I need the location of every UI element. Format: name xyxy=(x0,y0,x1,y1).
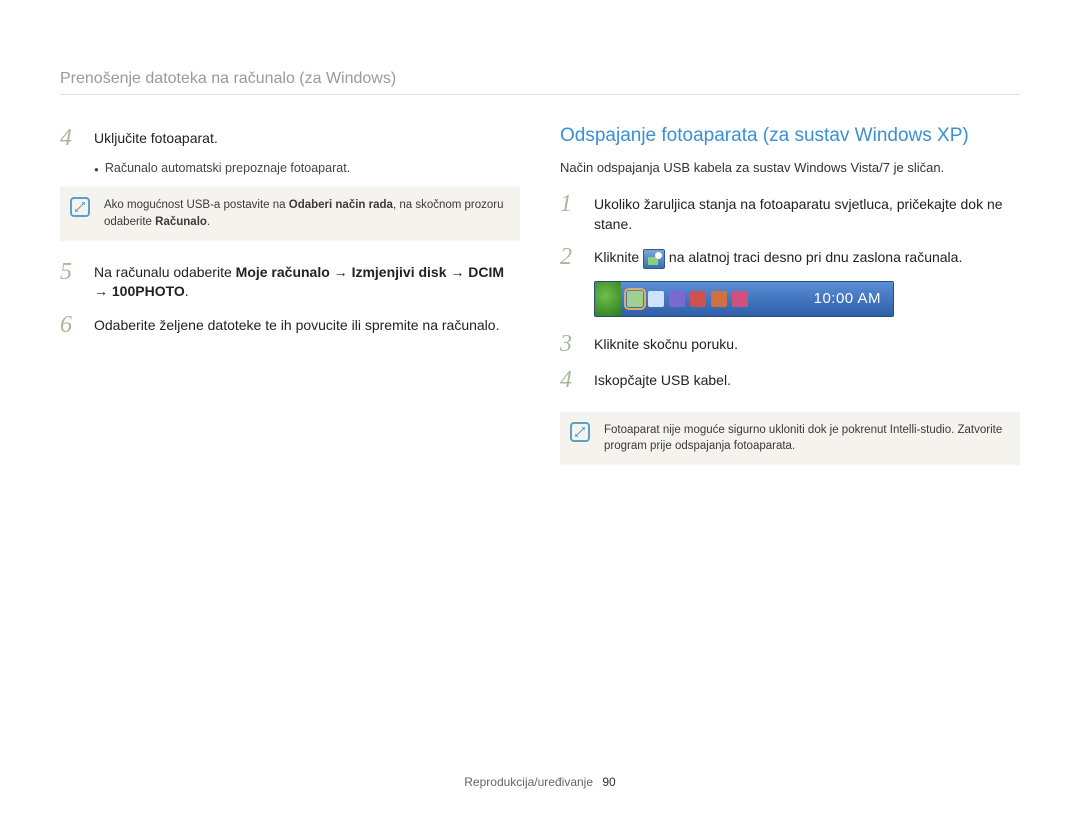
taskbar-clock: 10:00 AM xyxy=(802,282,893,316)
left-column: 4 Uključite fotoaparat. Računalo automat… xyxy=(60,125,520,483)
note-text: Ako mogućnost USB-a postavite na Odaberi… xyxy=(104,199,504,228)
step-3r: 3 Kliknite skočnu poruku. xyxy=(560,331,1020,357)
t: Kliknite xyxy=(594,249,643,265)
right-column: Odspajanje fotoaparata (za sustav Window… xyxy=(560,125,1020,483)
arrow: → xyxy=(447,264,469,280)
arrow: → xyxy=(94,283,112,299)
step-text: Kliknite na alatnoj traci desno pri dnu … xyxy=(594,244,1020,268)
note-icon xyxy=(70,197,90,217)
t: Na računalu odaberite xyxy=(94,264,236,280)
note-box-2: Fotoaparat nije moguće sigurno ukloniti … xyxy=(560,412,1020,465)
tray-icon xyxy=(648,291,664,307)
t: Odaberi način rada xyxy=(289,199,393,211)
tray-icon xyxy=(690,291,706,307)
step-2r: 2 Kliknite na alatnoj traci desno pri dn… xyxy=(560,244,1020,270)
step-text: Uključite fotoaparat. xyxy=(94,125,520,149)
footer-section: Reprodukcija/uređivanje xyxy=(464,775,593,789)
step-number: 1 xyxy=(560,191,582,217)
note-text: Fotoaparat nije moguće sigurno ukloniti … xyxy=(604,424,1002,453)
step-4: 4 Uključite fotoaparat. xyxy=(60,125,520,151)
t: . xyxy=(185,283,189,299)
t: . xyxy=(207,216,210,228)
t: na alatnoj traci desno pri dnu zaslona r… xyxy=(665,249,962,265)
step-number: 5 xyxy=(60,259,82,285)
t: DCIM xyxy=(468,264,504,280)
step-text: Kliknite skočnu poruku. xyxy=(594,331,1020,355)
note-box-1: Ako mogućnost USB-a postavite na Odaberi… xyxy=(60,187,520,240)
step-number: 3 xyxy=(560,331,582,357)
step-1r: 1 Ukoliko žaruljica stanja na fotoaparat… xyxy=(560,191,1020,234)
page-title: Prenošenje datoteka na računalo (za Wind… xyxy=(60,70,1020,95)
step-number: 6 xyxy=(60,312,82,338)
step-number: 2 xyxy=(560,244,582,270)
t: Računalo xyxy=(155,216,207,228)
taskbar-screenshot: 10:00 AM xyxy=(594,281,894,317)
step-4r: 4 Iskopčajte USB kabel. xyxy=(560,367,1020,393)
step-number: 4 xyxy=(560,367,582,393)
t: Moje računalo xyxy=(236,264,330,280)
step-5: 5 Na računalu odaberite Moje računalo → … xyxy=(60,259,520,302)
step-text: Na računalu odaberite Moje računalo → Iz… xyxy=(94,259,520,302)
step-number: 4 xyxy=(60,125,82,151)
t: Ako mogućnost USB-a postavite na xyxy=(104,199,289,211)
tray-icon xyxy=(711,291,727,307)
t: 100PHOTO xyxy=(112,283,185,299)
tray-icon xyxy=(669,291,685,307)
step-4-sub: Računalo automatski prepoznaje fotoapara… xyxy=(94,161,520,175)
page-footer: Reprodukcija/uređivanje 90 xyxy=(0,775,1080,789)
note-icon xyxy=(570,422,590,442)
arrow: → xyxy=(330,264,352,280)
start-button-icon xyxy=(595,282,621,316)
safely-remove-hardware-tray-icon xyxy=(627,291,643,307)
step-text: Iskopčajte USB kabel. xyxy=(594,367,1020,391)
page-number: 90 xyxy=(602,775,615,789)
step-text: Odaberite željene datoteke te ih povucit… xyxy=(94,312,520,336)
step-text: Ukoliko žaruljica stanja na fotoaparatu … xyxy=(594,191,1020,234)
tray-icon xyxy=(732,291,748,307)
safely-remove-hardware-icon xyxy=(643,249,665,269)
section-heading: Odspajanje fotoaparata (za sustav Window… xyxy=(560,125,1020,147)
system-tray xyxy=(621,282,802,316)
intro-text: Način odspajanja USB kabela za sustav Wi… xyxy=(560,159,1020,177)
content-columns: 4 Uključite fotoaparat. Računalo automat… xyxy=(60,125,1020,483)
t: Izmjenjivi disk xyxy=(352,264,447,280)
step-6: 6 Odaberite željene datoteke te ih povuc… xyxy=(60,312,520,338)
